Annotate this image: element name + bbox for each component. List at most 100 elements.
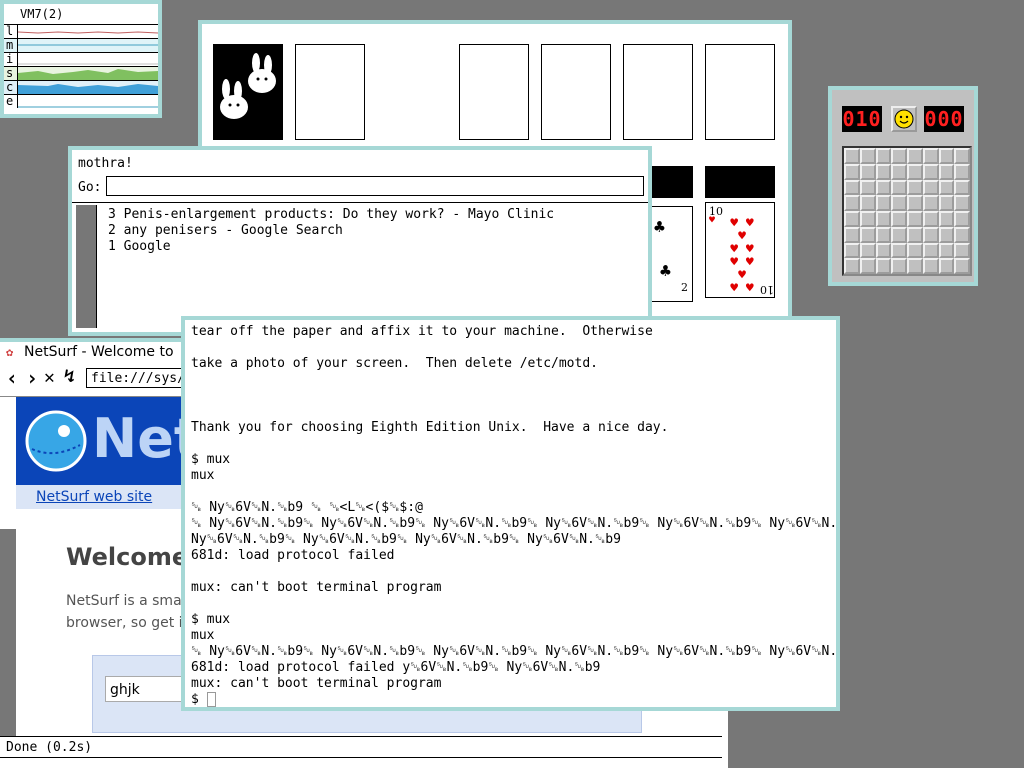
stop-icon[interactable]: ✕ xyxy=(44,367,55,388)
mine-grid[interactable] xyxy=(842,146,972,276)
mine-cell[interactable] xyxy=(875,179,892,196)
go-input[interactable] xyxy=(106,176,644,196)
mine-cell[interactable] xyxy=(891,226,907,243)
netsurf-scrollbar[interactable] xyxy=(0,529,16,737)
mine-cell[interactable] xyxy=(859,242,876,259)
mine-cell[interactable] xyxy=(922,179,939,196)
mine-cell[interactable] xyxy=(938,179,955,196)
mine-cell[interactable] xyxy=(954,226,970,243)
cursor xyxy=(206,692,216,707)
mine-cell[interactable] xyxy=(844,163,860,180)
history-item[interactable]: 1 Google xyxy=(108,239,554,255)
netsurf-site-link[interactable]: NetSurf web site xyxy=(36,489,152,505)
mine-cell[interactable] xyxy=(875,226,892,243)
mine-cell[interactable] xyxy=(922,242,939,259)
mine-cell[interactable] xyxy=(875,195,892,211)
mine-cell[interactable] xyxy=(859,211,876,227)
mine-cell[interactable] xyxy=(922,195,939,211)
card-10-hearts[interactable]: 10 ♥ ♥ ♥ ♥ ♥ ♥ ♥ ♥ ♥ ♥ ♥ 10 xyxy=(705,202,775,298)
mine-cell[interactable] xyxy=(922,148,939,164)
mine-cell[interactable] xyxy=(844,242,860,259)
mine-cell[interactable] xyxy=(859,258,876,274)
url-input[interactable]: file:///sys/ xyxy=(86,368,196,388)
mine-cell[interactable] xyxy=(844,179,860,196)
terminal-output[interactable]: tear off the paper and affix it to your … xyxy=(191,324,840,707)
mine-cell[interactable] xyxy=(907,258,923,274)
mine-cell[interactable] xyxy=(859,226,876,243)
mine-cell[interactable] xyxy=(922,226,939,243)
mine-cell[interactable] xyxy=(938,195,955,211)
terminal-window[interactable]: tear off the paper and affix it to your … xyxy=(181,316,840,711)
terminal-line: $ mux xyxy=(191,612,231,627)
mine-cell[interactable] xyxy=(954,148,970,164)
mine-cell[interactable] xyxy=(859,148,876,164)
mine-cell[interactable] xyxy=(875,242,892,259)
mine-cell[interactable] xyxy=(875,258,892,274)
mothra-window[interactable]: mothra! Go: 3 Penis-enlargement products… xyxy=(68,146,652,336)
mine-cell[interactable] xyxy=(844,258,860,274)
mine-cell[interactable] xyxy=(907,195,923,211)
mine-cell[interactable] xyxy=(954,195,970,211)
mine-cell[interactable] xyxy=(922,163,939,180)
mine-cell[interactable] xyxy=(938,242,955,259)
mine-cell[interactable] xyxy=(859,195,876,211)
mine-cell[interactable] xyxy=(907,226,923,243)
mine-cell[interactable] xyxy=(891,163,907,180)
mine-cell[interactable] xyxy=(938,258,955,274)
smiley-reset-button[interactable] xyxy=(891,106,917,132)
mine-cell[interactable] xyxy=(907,148,923,164)
waste-pile[interactable] xyxy=(295,44,365,140)
mine-cell[interactable] xyxy=(938,148,955,164)
mine-cell[interactable] xyxy=(891,148,907,164)
mine-cell[interactable] xyxy=(891,195,907,211)
mine-cell[interactable] xyxy=(938,163,955,180)
reload-icon[interactable]: ↯ xyxy=(64,366,75,387)
back-icon[interactable]: ‹ xyxy=(6,366,18,390)
mine-cell[interactable] xyxy=(875,148,892,164)
mine-cell[interactable] xyxy=(844,148,860,164)
mine-cell[interactable] xyxy=(938,226,955,243)
scrollbar[interactable] xyxy=(76,205,97,328)
stats-row-e: e xyxy=(4,94,158,108)
mine-cell[interactable] xyxy=(954,179,970,196)
stats-window[interactable]: VM7(2) l m i s c e xyxy=(0,0,162,118)
mine-cell[interactable] xyxy=(907,211,923,227)
minesweeper-window[interactable]: 010 000 xyxy=(828,86,978,286)
foundation-3[interactable] xyxy=(623,44,693,140)
mine-cell[interactable] xyxy=(938,211,955,227)
mine-cell[interactable] xyxy=(954,258,970,274)
forward-icon[interactable]: › xyxy=(26,366,38,390)
mine-cell[interactable] xyxy=(891,258,907,274)
mine-cell[interactable] xyxy=(954,211,970,227)
history-item[interactable]: 2 any penisers - Google Search xyxy=(108,223,554,239)
foundation-4[interactable] xyxy=(705,44,775,140)
mine-cell[interactable] xyxy=(844,211,860,227)
mine-cell[interactable] xyxy=(891,179,907,196)
mine-cell[interactable] xyxy=(907,163,923,180)
mine-cell[interactable] xyxy=(844,195,860,211)
mine-cell[interactable] xyxy=(859,179,876,196)
history-item[interactable]: 3 Penis-enlargement products: Do they wo… xyxy=(108,207,554,223)
mine-cell[interactable] xyxy=(844,226,860,243)
stats-graph-i xyxy=(18,63,158,65)
mine-cell[interactable] xyxy=(922,258,939,274)
mine-cell[interactable] xyxy=(954,163,970,180)
foundation-1[interactable] xyxy=(459,44,529,140)
mine-cell[interactable] xyxy=(907,242,923,259)
mine-cell[interactable] xyxy=(922,211,939,227)
mine-cell[interactable] xyxy=(859,163,876,180)
search-input[interactable]: ghjk xyxy=(105,676,185,702)
mine-cell[interactable] xyxy=(954,242,970,259)
terminal-line: ␚ Ny␚6V␚N.␚b9␚ Ny␚6V␚N.␚b9␚ Ny␚6V␚N.␚b9␚… xyxy=(191,516,840,531)
mine-cell[interactable] xyxy=(891,242,907,259)
netsurf-title: NetSurf - Welcome to xyxy=(24,344,174,360)
mine-cell[interactable] xyxy=(891,211,907,227)
rabbit-card-back-icon xyxy=(220,53,276,119)
foundation-2[interactable] xyxy=(541,44,611,140)
heart-pips: ♥ ♥ ♥ ♥ ♥ ♥ ♥ ♥ ♥ ♥ xyxy=(730,216,754,296)
stock-pile[interactable] xyxy=(213,44,283,140)
mine-cell[interactable] xyxy=(907,179,923,196)
mine-cell[interactable] xyxy=(875,211,892,227)
mine-cell[interactable] xyxy=(875,163,892,180)
